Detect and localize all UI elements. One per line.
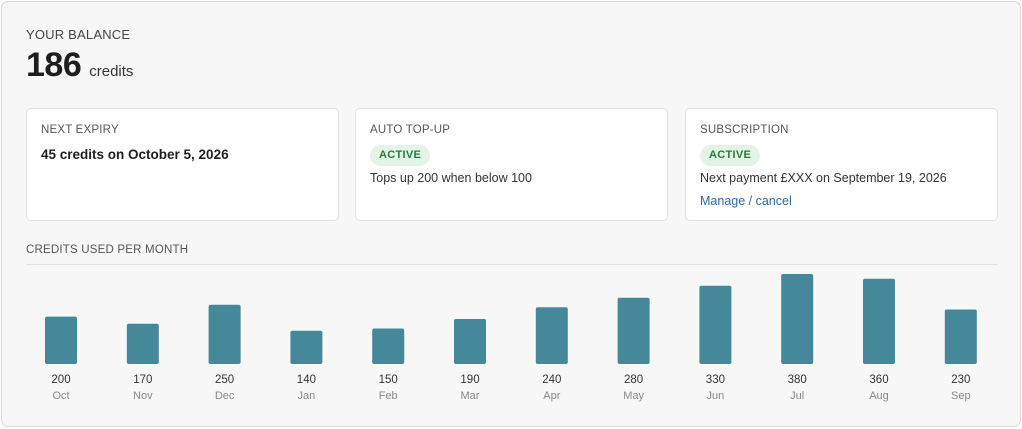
bar-value-label: 240 bbox=[542, 374, 561, 386]
bar-may bbox=[617, 297, 650, 364]
chart-title: CREDITS USED PER MONTH bbox=[26, 244, 189, 256]
month-tick-label: Oct bbox=[52, 390, 69, 402]
month-tick-label: Jul bbox=[790, 390, 804, 402]
bar-value-label: 190 bbox=[460, 374, 479, 386]
month-tick-label: Jan bbox=[298, 390, 316, 402]
month-tick-label: Feb bbox=[379, 390, 398, 402]
month-tick-label: Nov bbox=[133, 390, 153, 402]
manage-cancel-link[interactable]: Manage / cancel bbox=[700, 194, 792, 208]
bar-value-label: 360 bbox=[869, 374, 888, 386]
balance-value: 186 bbox=[26, 46, 82, 84]
bar-jul bbox=[781, 274, 814, 364]
subscription-next-payment: Next payment £XXX on September 19, 2026 bbox=[700, 171, 947, 185]
bar-jun bbox=[699, 285, 732, 364]
credits-per-month-chart: 200 Oct 170 Nov 250 Dec 140 Jan 150 Feb 190 Mar 240 A… bbox=[45, 274, 977, 402]
bar-aug bbox=[863, 278, 895, 364]
bar-value-label: 330 bbox=[706, 374, 725, 386]
next-expiry-title: NEXT EXPIRY bbox=[41, 124, 119, 136]
bar-nov bbox=[126, 323, 159, 364]
bar-jan bbox=[290, 330, 323, 364]
month-tick-label: Apr bbox=[543, 390, 560, 402]
subscription-card: SUBSCRIPTION ACTIVE Next payment £XXX on… bbox=[685, 108, 998, 221]
auto-topup-title: AUTO TOP-UP bbox=[370, 124, 451, 136]
bar-apr bbox=[535, 307, 568, 364]
bar-value-label: 170 bbox=[133, 374, 152, 386]
auto-topup-card: AUTO TOP-UP ACTIVE Tops up 200 when belo… bbox=[355, 108, 668, 221]
auto-topup-description: Tops up 200 when below 100 bbox=[370, 171, 532, 185]
month-tick-label: May bbox=[623, 390, 644, 402]
subscription-status-badge: ACTIVE bbox=[700, 145, 761, 166]
next-expiry-value: 45 credits on October 5, 2026 bbox=[41, 147, 229, 162]
bar-value-label: 380 bbox=[788, 374, 807, 386]
month-tick-label: Aug bbox=[869, 390, 889, 402]
bar-mar bbox=[454, 319, 486, 364]
subscription-title: SUBSCRIPTION bbox=[700, 124, 789, 136]
month-tick-label: Mar bbox=[461, 390, 480, 402]
bar-value-label: 140 bbox=[297, 374, 316, 386]
bar-sep bbox=[944, 309, 977, 364]
balance-row: 186 credits bbox=[26, 46, 133, 85]
bar-value-label: 230 bbox=[951, 374, 970, 386]
month-tick-label: Dec bbox=[215, 390, 235, 402]
balance-label: YOUR BALANCE bbox=[26, 27, 131, 42]
bar-dec bbox=[208, 304, 241, 364]
next-expiry-card: NEXT EXPIRY 45 credits on October 5, 202… bbox=[26, 108, 339, 221]
balance-unit: credits bbox=[89, 63, 134, 80]
bar-oct bbox=[45, 316, 77, 364]
bar-value-label: 200 bbox=[51, 374, 70, 386]
month-tick-label: Jun bbox=[707, 390, 725, 402]
bar-value-label: 280 bbox=[624, 374, 643, 386]
bar-value-label: 250 bbox=[215, 374, 234, 386]
auto-topup-status-badge: ACTIVE bbox=[370, 145, 431, 166]
month-tick-label: Sep bbox=[951, 390, 971, 402]
bar-value-label: 150 bbox=[379, 374, 398, 386]
bar-feb bbox=[372, 328, 405, 364]
